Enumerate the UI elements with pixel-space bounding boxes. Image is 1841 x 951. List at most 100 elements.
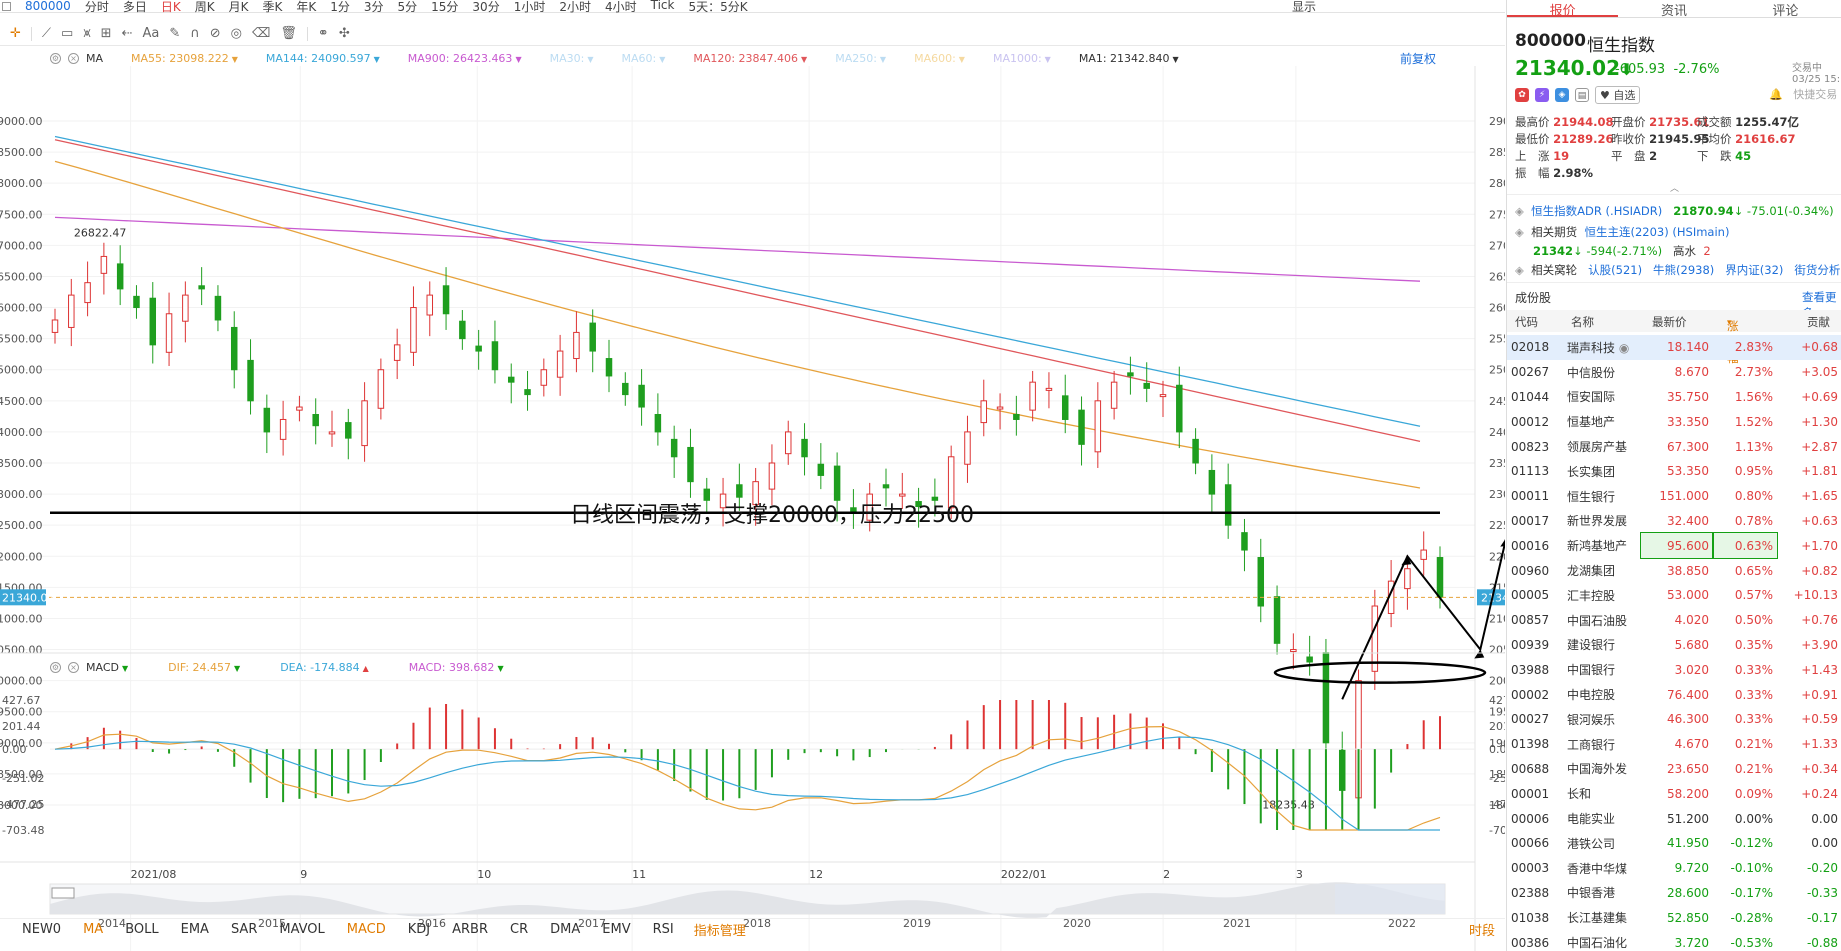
period-10[interactable]: 15分	[431, 0, 458, 15]
indicator-tab-mavol[interactable]: MAVOL	[279, 922, 324, 937]
period-checkbox-icon[interactable]	[2, 1, 11, 11]
indicator-tab-rsi[interactable]: RSI	[653, 922, 674, 937]
settings-icon[interactable]: ⚙	[50, 661, 61, 673]
period-2[interactable]: 日K	[161, 0, 181, 15]
shape-tool-icon[interactable]: ▭	[61, 26, 73, 41]
ma-legend-4[interactable]: MA30: ▼	[550, 52, 594, 65]
close-icon[interactable]: ×	[68, 52, 79, 64]
period-4[interactable]: 月K	[229, 0, 249, 15]
ma-legend-2[interactable]: MA144: 24090.597 ▼	[266, 52, 380, 65]
chart-badge-icon[interactable]: ◈	[1555, 88, 1569, 102]
col-contrib[interactable]: 贡献	[1807, 314, 1830, 330]
delete-icon[interactable]: 🗑	[280, 26, 297, 41]
period-15[interactable]: Tick	[651, 0, 675, 15]
lock-icon[interactable]: ⊘	[210, 26, 221, 41]
ma-legend-7[interactable]: MA250: ▼	[835, 52, 886, 65]
futures-row[interactable]: ◈ 相关期货 恒生主连(2203) (HSImain)	[1515, 224, 1729, 240]
table-row[interactable]: 00857 中国石油股 4.020 0.50% +0.76	[1507, 608, 1841, 633]
ma-legend-6[interactable]: MA120: 23847.406 ▼	[693, 52, 807, 65]
table-row[interactable]: 00386 中国石油化 3.720 -0.53% -0.88	[1507, 930, 1841, 951]
table-row[interactable]: 00005 汇丰控股 53.000 0.57% +10.13	[1507, 583, 1841, 608]
adr-row[interactable]: ◈ 恒生指数ADR (.HSIADR) 21870.94↓ -75.01(-0.…	[1515, 203, 1834, 219]
tab-comments[interactable]: 评论	[1730, 0, 1841, 19]
adr-label[interactable]: 恒生指数ADR	[1531, 204, 1602, 218]
eye-icon[interactable]: ◉	[1619, 341, 1629, 355]
warrant-analysis[interactable]: 街货分析	[1794, 263, 1840, 277]
indicator-tab-cr[interactable]: CR	[510, 922, 528, 937]
arrow-icon[interactable]: ⇠	[122, 26, 133, 41]
display-menu[interactable]: 显示	[1292, 0, 1316, 15]
magnet-icon[interactable]: ∩	[190, 26, 200, 41]
eraser-icon[interactable]: ⌫	[252, 26, 270, 41]
ma-legend-8[interactable]: MA600: ▼	[914, 52, 965, 65]
indicator-tab-ema[interactable]: EMA	[181, 922, 209, 937]
collapse-icon[interactable]: ︿	[1670, 181, 1679, 194]
warrant-inline[interactable]: 界内证(32)	[1725, 263, 1783, 277]
table-row[interactable]: 00012 恒基地产 33.350 1.52% +1.30	[1507, 409, 1841, 434]
warrant-cbbc[interactable]: 牛熊(2938)	[1653, 263, 1714, 277]
macd-legend-2[interactable]: DEA: -174.884 ▲	[280, 661, 369, 674]
kline-chart[interactable]: 29000.00 29000.00 28500.00 28500.00 28000.00…	[0, 0, 1505, 951]
bell-icon[interactable]: 🔔	[1769, 88, 1783, 101]
indicator-tab-ma[interactable]: MA	[83, 922, 103, 937]
period-3[interactable]: 周K	[195, 0, 215, 15]
line-tool-icon[interactable]: ⟋	[42, 26, 51, 41]
ma-legend-5[interactable]: MA60: ▼	[621, 52, 665, 65]
indicator-tab-arbr[interactable]: ARBR	[452, 922, 488, 937]
period-9[interactable]: 5分	[398, 0, 418, 15]
indicator-tab-boll[interactable]: BOLL	[125, 922, 158, 937]
stock-code-input[interactable]: 800000	[25, 0, 71, 13]
period-8[interactable]: 3分	[364, 0, 384, 15]
settings-icon[interactable]: ✣	[339, 26, 350, 41]
ma-legend-1[interactable]: MA55: 23098.222 ▼	[131, 52, 238, 65]
macd-legend-1[interactable]: DIF: 24.457 ▼	[168, 661, 240, 674]
hide-icon[interactable]: ◎	[231, 26, 242, 41]
period-5[interactable]: 季K	[262, 0, 282, 15]
watchlist-button[interactable]: ♥ 自选	[1595, 86, 1641, 104]
macd-legend-0[interactable]: MACD ▼	[86, 661, 128, 674]
ma-legend-3[interactable]: MA900: 26423.463 ▼	[408, 52, 522, 65]
period-7[interactable]: 1分	[330, 0, 350, 15]
table-row[interactable]: 00016 新鸿基地产 95.600 0.63% +1.70	[1507, 532, 1841, 560]
col-code[interactable]: 代码	[1515, 314, 1538, 330]
table-row[interactable]: 00688 中国海外发 23.650 0.21% +0.34	[1507, 757, 1841, 782]
lightning-icon[interactable]: ⚡	[1535, 88, 1549, 102]
table-row[interactable]: 00066 港铁公司 41.950 -0.12% 0.00	[1507, 831, 1841, 856]
table-row[interactable]: 00267 中信股份 8.670 2.73% +3.05	[1507, 360, 1841, 385]
indicator-tab-macd[interactable]: MACD	[347, 922, 386, 937]
period-14[interactable]: 4小时	[605, 0, 637, 15]
table-row[interactable]: 00017 新世界发展 32.400 0.78% +0.63	[1507, 509, 1841, 534]
table-row[interactable]: 01398 工商银行 4.670 0.21% +1.33	[1507, 732, 1841, 757]
table-row[interactable]: 00006 电能实业 51.200 0.00% 0.00	[1507, 806, 1841, 831]
table-row[interactable]: 00939 建设银行 5.680 0.35% +3.90	[1507, 633, 1841, 658]
period-12[interactable]: 1小时	[514, 0, 546, 15]
fuquan-toggle[interactable]: 前复权	[1400, 50, 1436, 67]
table-row[interactable]: 00823 领展房产基 67.300 1.13% +2.87	[1507, 434, 1841, 459]
period-16[interactable]: 5天：5分K	[688, 0, 747, 15]
table-row[interactable]: 00027 银河娱乐 46.300 0.33% +0.59	[1507, 707, 1841, 732]
table-row[interactable]: 00003 香港中华煤 9.720 -0.10% -0.20	[1507, 856, 1841, 881]
close-icon[interactable]: ×	[68, 661, 79, 673]
document-icon[interactable]: ▤	[1575, 88, 1589, 102]
indicator-tab-dma[interactable]: DMA	[550, 922, 580, 937]
measure-icon[interactable]: ⊞	[101, 26, 112, 41]
indicator-management-button[interactable]: 指标管理	[694, 920, 746, 939]
text-icon[interactable]: Aa	[142, 26, 159, 41]
indicator-tab-kdj[interactable]: KDJ	[408, 922, 430, 937]
period-6[interactable]: 年K	[296, 0, 316, 15]
table-row[interactable]: 00001 长和 58.200 0.09% +0.24	[1507, 781, 1841, 806]
table-row[interactable]: 02388 中银香港 28.600 -0.17% -0.33	[1507, 881, 1841, 906]
col-name[interactable]: 名称	[1571, 314, 1594, 330]
tab-quote[interactable]: 报价	[1507, 0, 1619, 19]
ma-legend-10[interactable]: MA1: 21342.840 ▼	[1079, 52, 1179, 65]
indicator-tab-sar[interactable]: SAR	[231, 922, 257, 937]
warrant-call[interactable]: 认股(521)	[1588, 263, 1642, 277]
table-row[interactable]: 01113 长实集团 53.350 0.95% +1.81	[1507, 459, 1841, 484]
quick-trade-button[interactable]: 🔔 快捷交易	[1769, 86, 1837, 102]
table-row[interactable]: 00002 中电控股 76.400 0.33% +0.91	[1507, 682, 1841, 707]
table-row[interactable]: 03988 中国银行 3.020 0.33% +1.43	[1507, 657, 1841, 682]
table-row[interactable]: 02018 瑞声科技 ◉ 18.140 2.83% +0.68	[1507, 335, 1841, 360]
period-13[interactable]: 2小时	[559, 0, 591, 15]
table-row[interactable]: 00960 龙湖集团 38.850 0.65% +0.82	[1507, 558, 1841, 583]
table-row[interactable]: 00011 恒生银行 151.000 0.80% +1.65	[1507, 484, 1841, 509]
